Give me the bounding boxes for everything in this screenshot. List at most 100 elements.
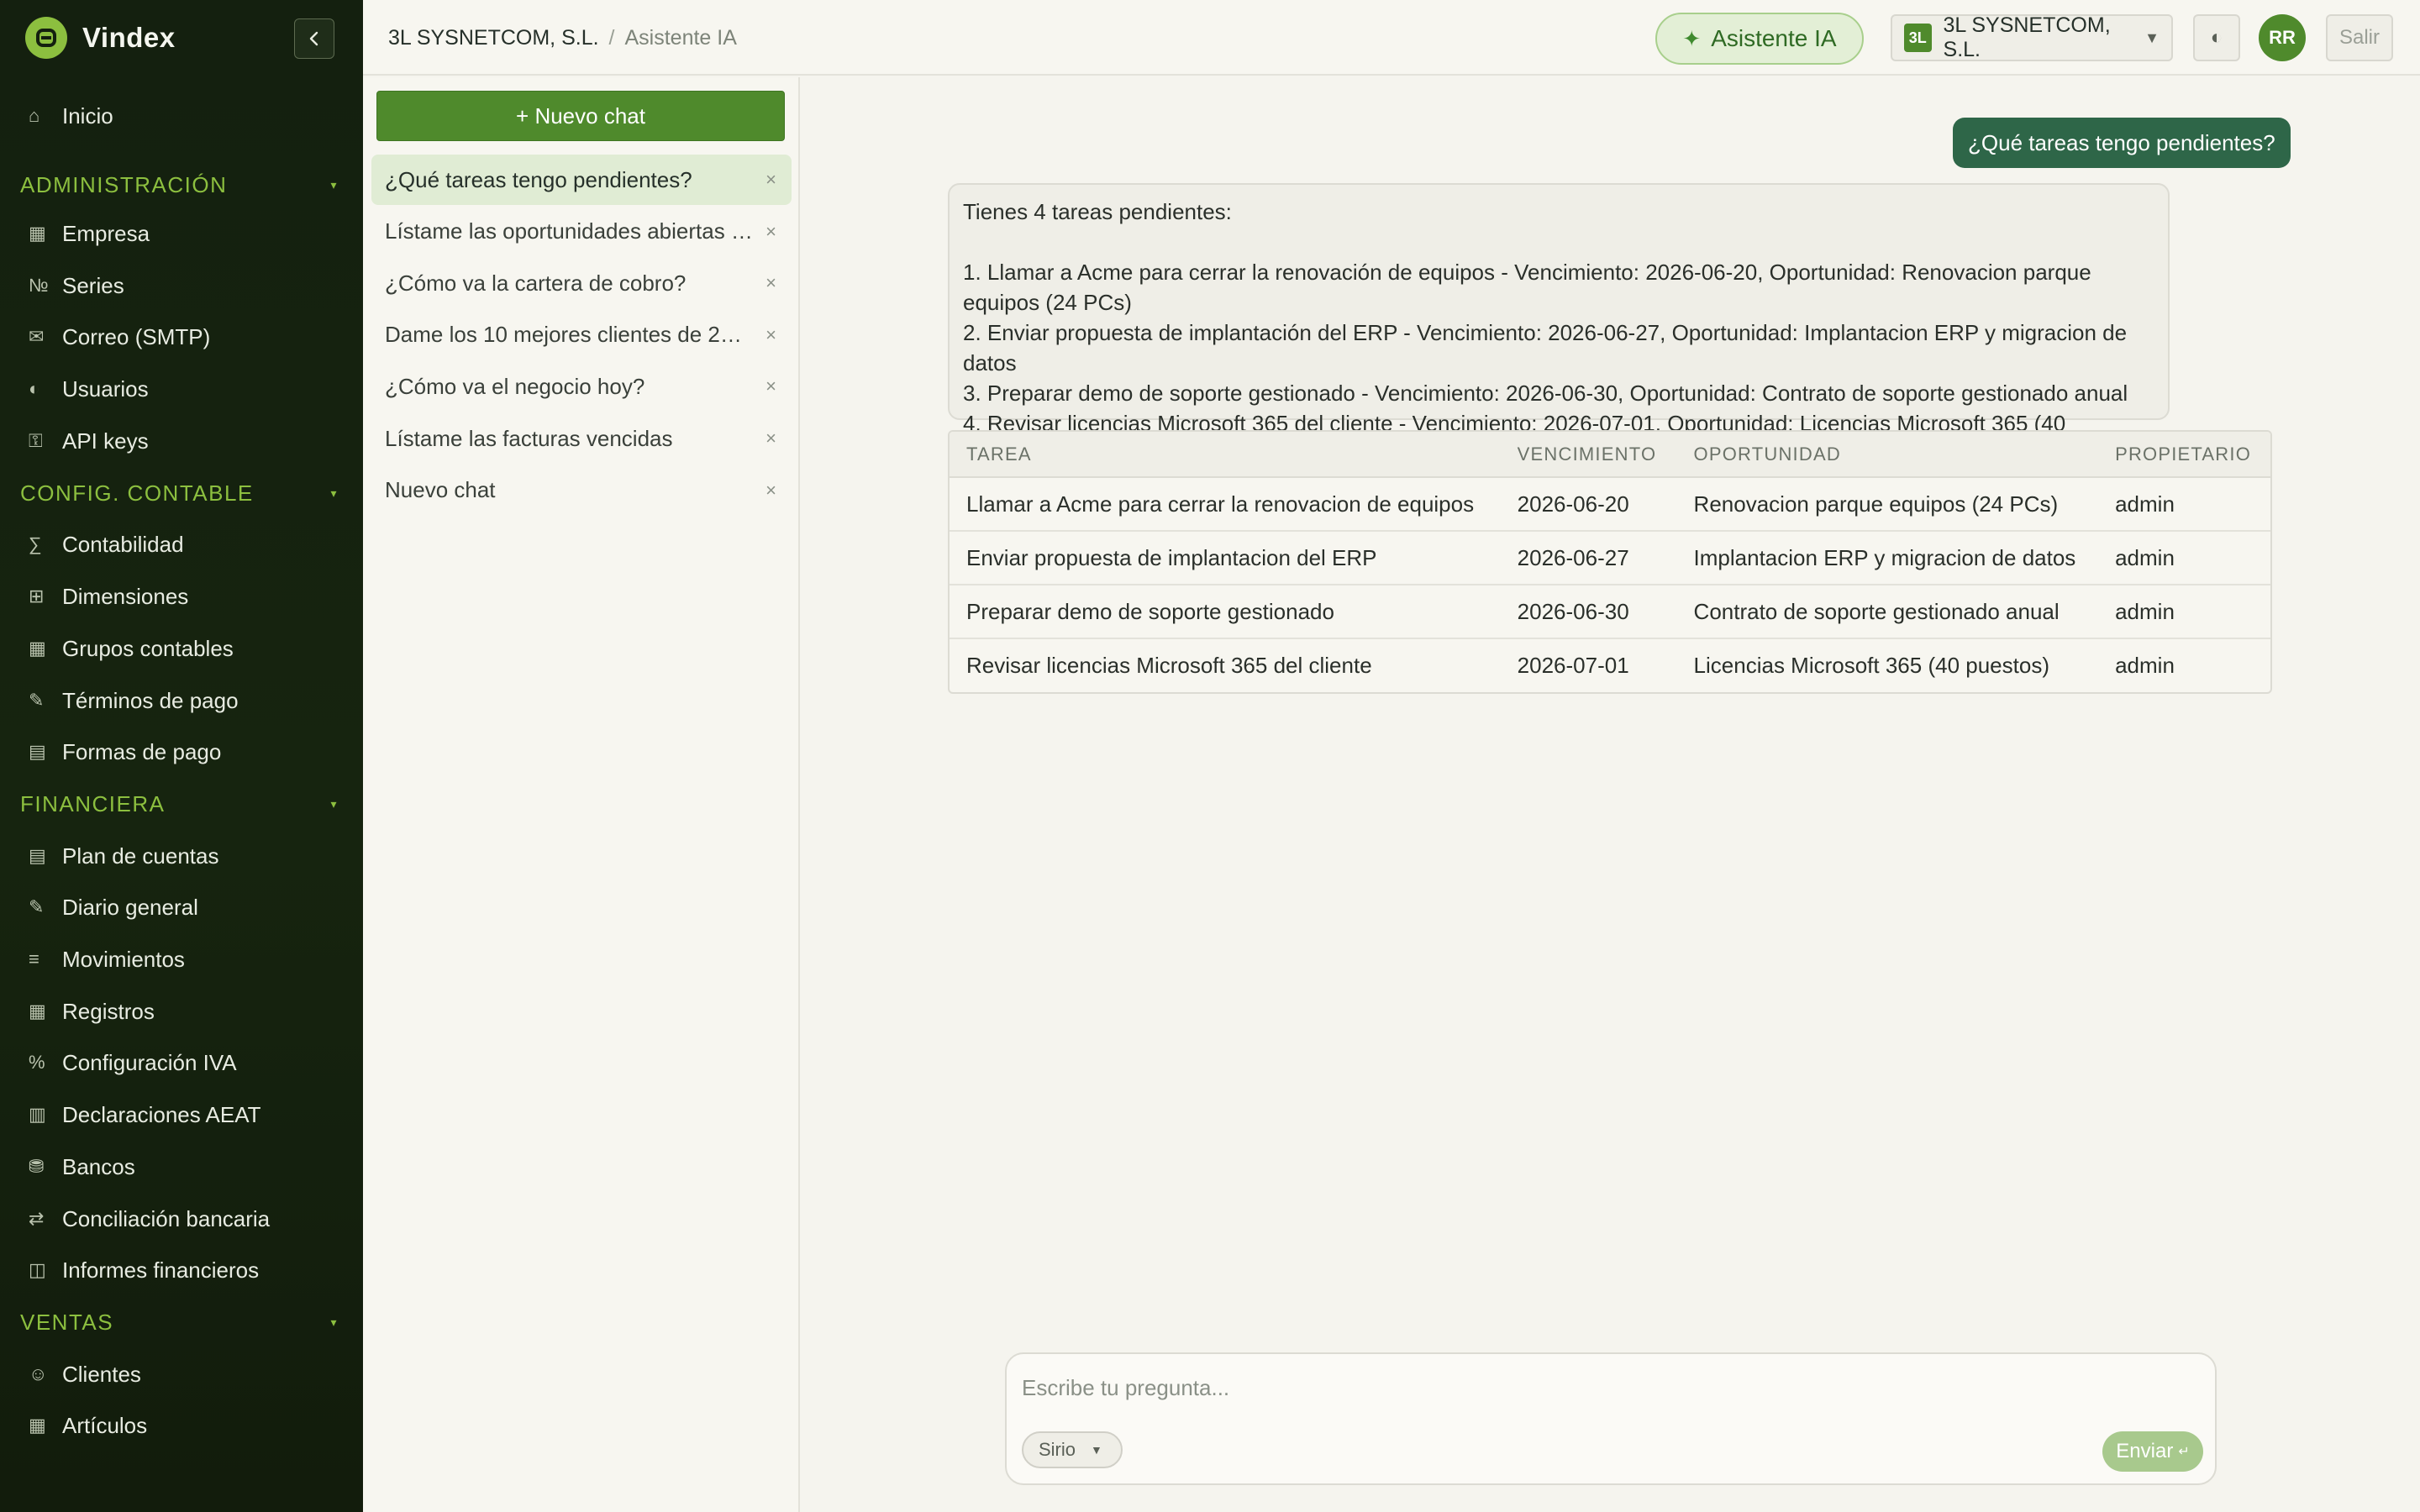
sidebar-item-6[interactable]: ⚿ API keys (0, 416, 363, 466)
sidebar-item-label: Configuración IVA (62, 1049, 237, 1075)
sidebar-item-11[interactable]: ✎ Términos de pago (0, 675, 363, 726)
model-select[interactable]: Sirio ▼ (1022, 1431, 1123, 1468)
chat-list-item[interactable]: ¿Qué tareas tengo pendientes? × (371, 155, 792, 205)
sidebar-item-0[interactable]: ⌂ Inicio (0, 91, 363, 141)
chat-main: ¿Qué tareas tengo pendientes? Tienes 4 t… (802, 77, 2420, 1512)
sidebar-item-16[interactable]: ≡ Movimientos (0, 934, 363, 984)
tasks-table: TAREA VENCIMIENTO OPORTUNIDAD PROPIETARIO L… (948, 430, 2272, 694)
sidebar-item-icon: ▦ (29, 223, 46, 244)
sidebar-item-icon: ▦ (29, 1415, 46, 1436)
user-message-bubble: ¿Qué tareas tengo pendientes? (1953, 118, 2291, 168)
table-header-cell[interactable]: VENCIMIENTO (1500, 432, 1677, 478)
table-cell: Licencias Microsoft 365 (40 puestos) (1693, 653, 2049, 678)
chat-title: ¿Qué tareas tengo pendientes? (385, 166, 692, 192)
ai-assistant-button[interactable]: ✦ Asistente IA (1655, 13, 1864, 65)
avatar[interactable]: RR (2259, 14, 2306, 61)
table-cell: admin (2098, 585, 2270, 639)
brand[interactable]: Vindex (25, 17, 176, 59)
company-select[interactable]: 3L 3L SYSNETCOM, S.L. ▼ (1891, 13, 2173, 61)
sidebar-item-label: Dimensiones (62, 583, 189, 609)
sidebar-item-label: Correo (SMTP) (62, 323, 211, 349)
sidebar-item-icon: ◐ (29, 378, 40, 399)
sidebar-item-17[interactable]: ▦ Registros (0, 986, 363, 1037)
sidebar-item-3[interactable]: № Series (0, 260, 363, 311)
sidebar: Vindex ⌂ Inicio ADMINISTRACIÓN ▾ ▦ Empresa № Se… (0, 0, 363, 1512)
breadcrumb-company[interactable]: 3L SYSNETCOM, S.L. (388, 26, 599, 50)
table-cell: admin (2098, 531, 2270, 585)
chat-list-item[interactable]: Lístame las facturas vencidas × (371, 413, 792, 464)
close-icon[interactable]: × (765, 169, 776, 191)
sidebar-item-label: Movimientos (62, 946, 185, 972)
chat-title: Lístame las facturas vencidas (385, 425, 673, 451)
sidebar-item-9[interactable]: ⊞ Dimensiones (0, 571, 363, 622)
sidebar-item-22[interactable]: ◫ Informes financieros (0, 1245, 363, 1295)
sidebar-section-13[interactable]: FINANCIERA ▾ (0, 779, 363, 829)
sidebar-item-19[interactable]: ▥ Declaraciones AEAT (0, 1089, 363, 1140)
close-icon[interactable]: × (765, 428, 776, 449)
send-button[interactable]: Enviar ↵ (2102, 1431, 2203, 1472)
sidebar-item-5[interactable]: ◐ Usuarios (0, 364, 363, 414)
sidebar-section-1[interactable]: ADMINISTRACIÓN ▾ (0, 160, 363, 210)
sidebar-item-10[interactable]: ▦ Grupos contables (0, 623, 363, 674)
table-cell: 2026-06-27 (1500, 531, 1677, 585)
sidebar-item-icon: ▤ (29, 741, 46, 762)
table-cell: Revisar licencias Microsoft 365 del clie… (966, 653, 1372, 678)
sidebar-item-icon: ≡ (29, 948, 39, 969)
chat-list-item[interactable]: Dame los 10 mejores clientes de 2026 × (371, 310, 792, 360)
chat-list-item[interactable]: ¿Cómo va el negocio hoy? × (371, 361, 792, 412)
logout-button[interactable]: Salir (2326, 14, 2393, 61)
sidebar-section-7[interactable]: CONFIG. CONTABLE ▾ (0, 468, 363, 518)
sidebar-item-icon: ✉ (29, 326, 45, 347)
close-icon[interactable]: × (765, 480, 776, 501)
breadcrumb-page: Asistente IA (624, 25, 737, 50)
caret-down-icon: ▼ (2144, 29, 2160, 46)
close-icon[interactable]: × (765, 324, 776, 346)
sidebar-item-8[interactable]: ∑ Contabilidad (0, 519, 363, 570)
sidebar-item-label: Términos de pago (62, 687, 239, 713)
sidebar-item-20[interactable]: ⛃ Bancos (0, 1142, 363, 1192)
table-header-cell[interactable]: PROPIETARIO (2098, 432, 2270, 478)
caret-down-icon: ▼ (1091, 1443, 1102, 1457)
sidebar-item-icon: ∑ (29, 533, 42, 554)
sidebar-item-icon: ⌂ (29, 105, 40, 126)
sidebar-item-18[interactable]: % Configuración IVA (0, 1037, 363, 1088)
sidebar-item-24[interactable]: ☺ Clientes (0, 1349, 363, 1399)
close-icon[interactable]: × (765, 375, 776, 397)
close-icon[interactable]: × (765, 221, 776, 243)
sidebar-item-label: Registros (62, 998, 155, 1024)
sidebar-item-15[interactable]: ✎ Diario general (0, 882, 363, 932)
assistant-message-bubble: Tienes 4 tareas pendientes: 1. Llamar a … (948, 183, 2170, 466)
composer: Sirio ▼ Enviar ↵ (1005, 1352, 2217, 1485)
sidebar-collapse-button[interactable] (294, 18, 334, 59)
theme-toggle-button[interactable]: ◐ (2193, 14, 2240, 61)
sidebar-item-label: Empresa (62, 220, 150, 246)
company-badge: 3L (1904, 24, 1932, 52)
table-header-cell[interactable]: TAREA (950, 432, 1501, 478)
table-header-cell[interactable]: OPORTUNIDAD (1676, 432, 2099, 478)
sidebar-item-2[interactable]: ▦ Empresa (0, 208, 363, 259)
sidebar-item-25[interactable]: ▦ Artículos (0, 1400, 363, 1451)
close-icon[interactable]: × (765, 272, 776, 294)
sidebar-item-label: Artículos (62, 1412, 148, 1438)
sidebar-item-icon: № (29, 275, 49, 296)
sidebar-section-label: ADMINISTRACIÓN (20, 171, 228, 197)
sidebar-item-label: Formas de pago (62, 738, 222, 764)
table-cell: 2026-07-01 (1517, 653, 1629, 678)
sidebar-item-label: Clientes (62, 1361, 141, 1387)
chat-list-item[interactable]: Lístame las oportunidades abiertas d... × (371, 207, 792, 257)
chat-list-panel: + Nuevo chat ¿Qué tareas tengo pendiente… (363, 77, 800, 1512)
chat-list-item[interactable]: Nuevo chat × (371, 465, 792, 516)
table-cell: admin (2115, 653, 2175, 678)
sidebar-item-21[interactable]: ⇄ Conciliación bancaria (0, 1194, 363, 1244)
chat-title: Lístame las oportunidades abiertas d... (385, 218, 755, 244)
chat-list-item[interactable]: ¿Cómo va la cartera de cobro? × (371, 258, 792, 308)
sidebar-item-4[interactable]: ✉ Correo (SMTP) (0, 312, 363, 362)
table-body: Llamar a Acme para cerrar la renovacion … (950, 477, 2270, 692)
sidebar-item-14[interactable]: ▤ Plan de cuentas (0, 831, 363, 881)
sidebar-item-12[interactable]: ▤ Formas de pago (0, 727, 363, 777)
new-chat-button[interactable]: + Nuevo chat (376, 91, 785, 141)
table-row: Revisar licencias Microsoft 365 del clie… (950, 638, 2270, 692)
sidebar-section-23[interactable]: VENTAS ▾ (0, 1297, 363, 1347)
send-label: Enviar (2116, 1440, 2174, 1462)
question-input[interactable] (1022, 1369, 2114, 1406)
